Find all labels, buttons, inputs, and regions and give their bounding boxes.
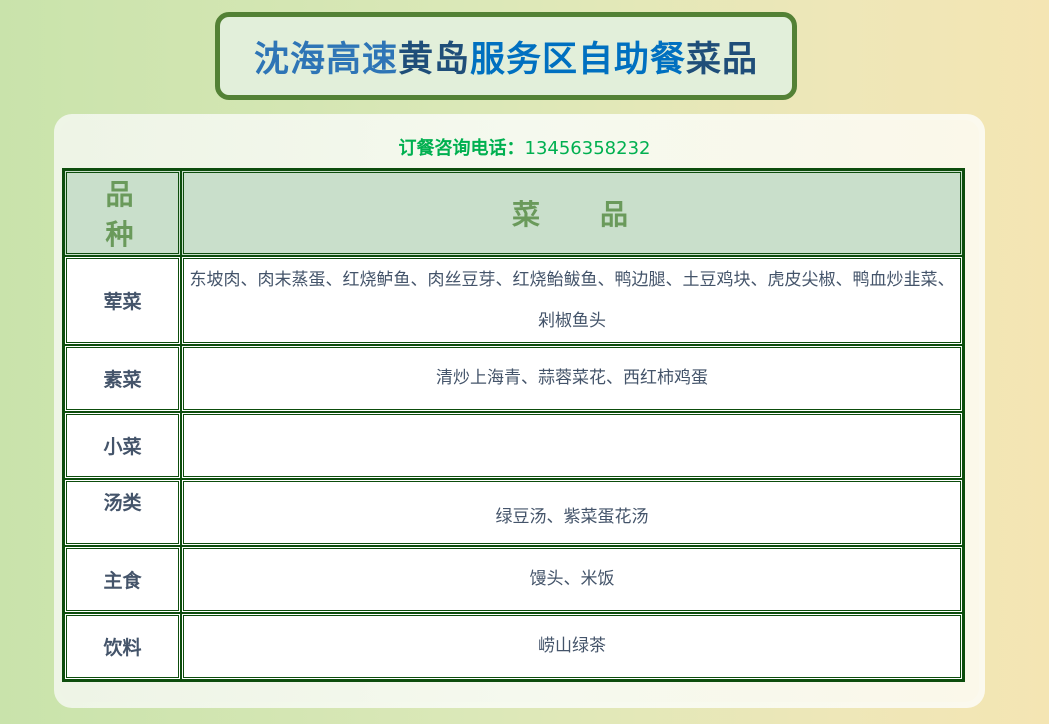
- menu-table: 品种 菜品 荤菜 东坡肉、肉末蒸蛋、红烧鲈鱼、肉丝豆芽、红烧鲐鲅鱼、鸭边腿、土豆…: [62, 168, 965, 682]
- title-part-service: 服务区自助餐: [470, 39, 687, 80]
- dishes-cell: 绿豆汤、紫菜蛋花汤: [181, 479, 963, 546]
- table-header-row: 品种 菜品: [64, 170, 963, 256]
- menu-title-box: 沈海高速黄岛服务区自助餐菜品: [215, 12, 797, 100]
- category-cell: 荤菜: [64, 256, 181, 345]
- header-dishes: 菜品: [181, 170, 963, 256]
- category-cell: 饮料: [64, 613, 181, 680]
- category-cell: 汤类: [64, 479, 181, 546]
- dishes-cell: 馒头、米饭: [181, 546, 963, 613]
- category-cell: 小菜: [64, 412, 181, 479]
- contact-phone-number: 13456358232: [524, 138, 651, 159]
- dishes-cell: 东坡肉、肉末蒸蛋、红烧鲈鱼、肉丝豆芽、红烧鲐鲅鱼、鸭边腿、土豆鸡块、虎皮尖椒、鸭…: [181, 256, 963, 345]
- table-row: 主食 馒头、米饭: [64, 546, 963, 613]
- table-row: 汤类 绿豆汤、紫菜蛋花汤: [64, 479, 963, 546]
- category-cell: 素菜: [64, 345, 181, 412]
- title-part-location: 黄岛: [397, 39, 470, 80]
- table-row: 饮料 崂山绿茶: [64, 613, 963, 680]
- dishes-cell: 清炒上海青、蒜蓉菜花、西红柿鸡蛋: [181, 345, 963, 412]
- dishes-cell: [181, 412, 963, 479]
- table-row: 素菜 清炒上海青、蒜蓉菜花、西红柿鸡蛋: [64, 345, 963, 412]
- contact-line: 订餐咨询电话：13456358232: [0, 134, 1049, 160]
- category-cell: 主食: [64, 546, 181, 613]
- menu-title: 沈海高速黄岛服务区自助餐菜品: [254, 31, 758, 82]
- contact-label-phone: 电话：: [470, 138, 525, 159]
- table-row: 小菜: [64, 412, 963, 479]
- table-row: 荤菜 东坡肉、肉末蒸蛋、红烧鲈鱼、肉丝豆芽、红烧鲐鲅鱼、鸭边腿、土豆鸡块、虎皮尖…: [64, 256, 963, 345]
- dishes-cell: 崂山绿茶: [181, 613, 963, 680]
- title-part-highway: 沈海高速: [253, 39, 398, 80]
- title-part-dishes: 菜品: [686, 39, 759, 80]
- contact-label-inquiry: 订餐咨询: [398, 138, 471, 159]
- header-category: 品种: [64, 170, 181, 256]
